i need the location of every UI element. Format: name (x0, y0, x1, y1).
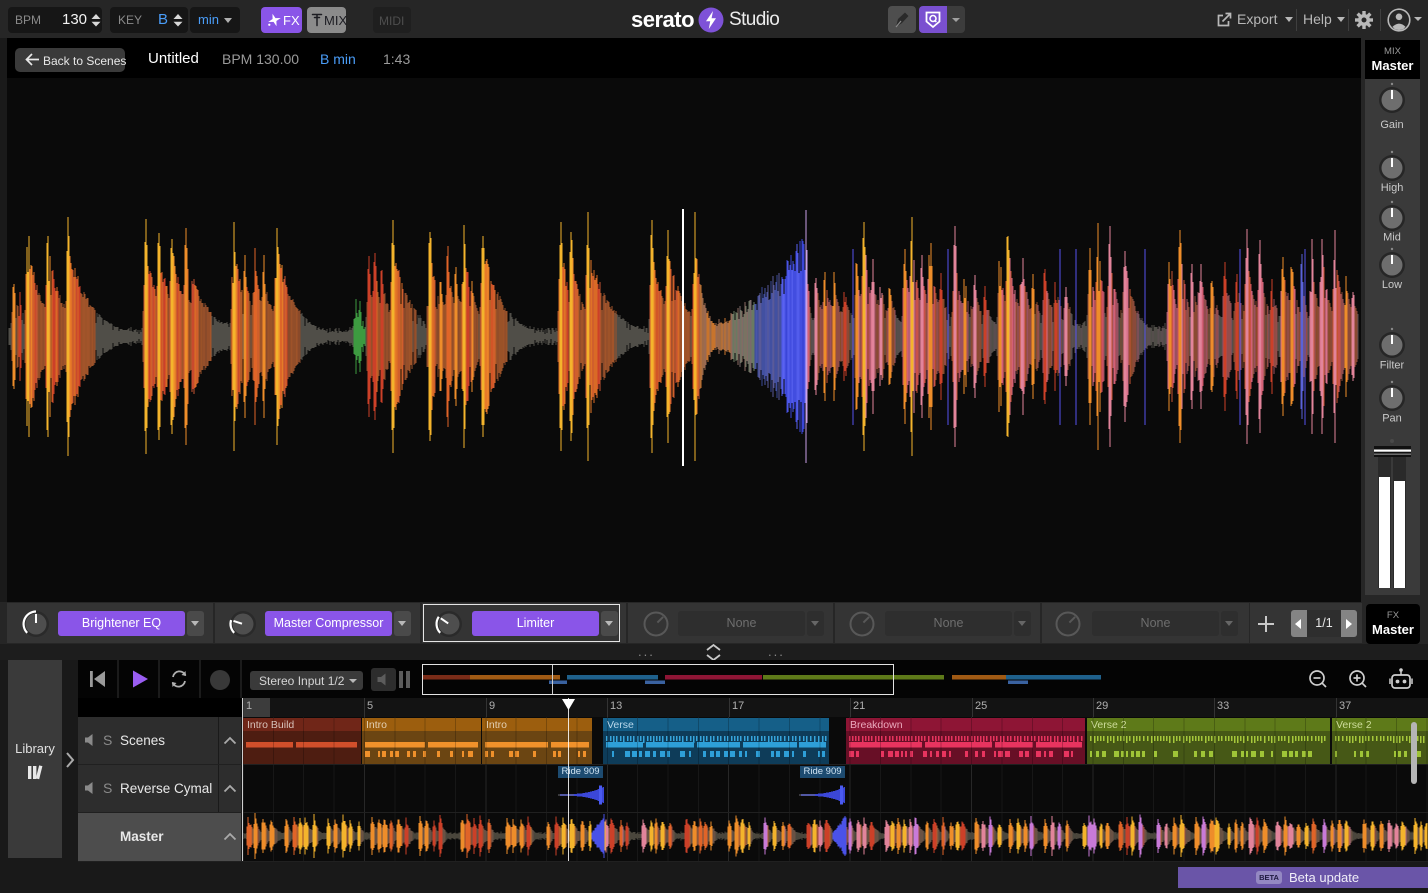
svg-text:Verse 2: Verse 2 (1091, 719, 1127, 731)
svg-text:Intro: Intro (486, 719, 507, 731)
svg-text:Intro: Intro (366, 719, 387, 731)
svg-text:Verse: Verse (607, 719, 634, 731)
svg-text:Breakdown: Breakdown (850, 719, 903, 731)
svg-text:Intro Build: Intro Build (247, 719, 294, 731)
